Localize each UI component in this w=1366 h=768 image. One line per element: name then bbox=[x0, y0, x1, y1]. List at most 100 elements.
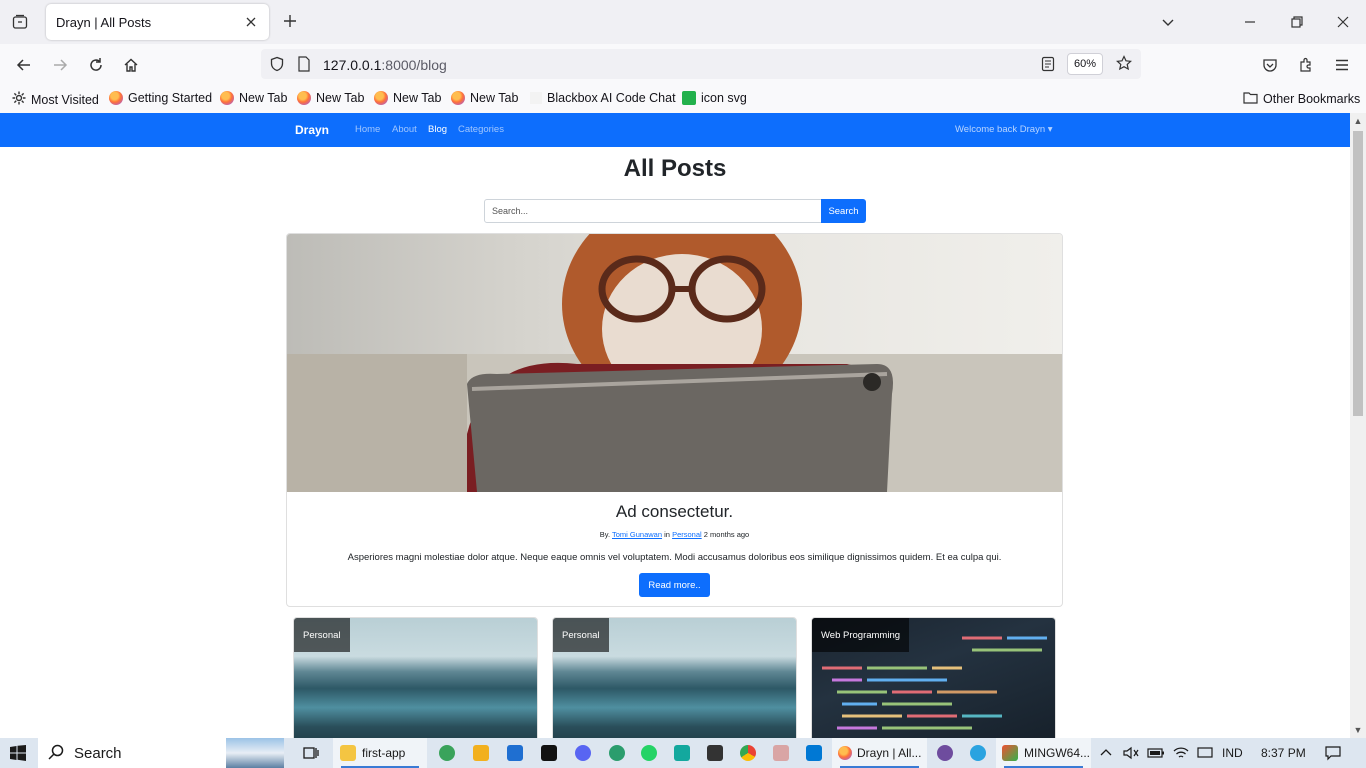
url-host: 127.0.0.1 bbox=[323, 57, 382, 73]
by-label: By. bbox=[599, 530, 611, 539]
page-scrollbar[interactable]: ▲ ▼ bbox=[1350, 113, 1366, 738]
tab-list-icon[interactable] bbox=[8, 10, 32, 34]
discord-icon[interactable] bbox=[575, 738, 591, 768]
zoom-level-badge[interactable]: 60% bbox=[1067, 53, 1103, 75]
notification-icon[interactable] bbox=[1325, 738, 1341, 768]
bookmark-label: New Tab bbox=[239, 91, 288, 105]
nav-about[interactable]: About bbox=[392, 124, 417, 135]
category-badge[interactable]: Personal bbox=[294, 618, 350, 652]
bookmark-getting-started[interactable]: Getting Started bbox=[109, 91, 212, 105]
close-tab-icon[interactable] bbox=[243, 14, 259, 30]
url-path: :8000/blog bbox=[381, 57, 447, 73]
url-text: 127.0.0.1:8000/blog bbox=[323, 57, 447, 73]
post-time: 2 months ago bbox=[703, 530, 750, 539]
clock[interactable]: 8:37 PM bbox=[1261, 738, 1306, 768]
language-indicator[interactable]: IND bbox=[1222, 738, 1243, 768]
minimize-icon[interactable] bbox=[1238, 10, 1262, 34]
taskbar-search[interactable]: Search bbox=[38, 738, 284, 768]
edge-beta-icon[interactable] bbox=[609, 738, 625, 768]
scroll-up-icon[interactable]: ▲ bbox=[1350, 113, 1366, 129]
bookmark-label: New Tab bbox=[393, 91, 442, 105]
taskbar-mingw[interactable]: MINGW64... bbox=[996, 738, 1091, 768]
reload-icon[interactable] bbox=[84, 53, 108, 77]
netflix-icon[interactable] bbox=[541, 738, 557, 768]
bookmark-new-tab[interactable]: New Tab bbox=[220, 91, 287, 105]
search-icon bbox=[48, 744, 64, 763]
extensions-icon[interactable] bbox=[1294, 53, 1318, 77]
pocket-icon[interactable] bbox=[1258, 53, 1282, 77]
taskbar-first-app[interactable]: first-app bbox=[333, 738, 427, 768]
bookmark-label: icon svg bbox=[701, 91, 747, 105]
category-link[interactable]: Personal bbox=[672, 530, 702, 539]
bookmark-new-tab[interactable]: New Tab bbox=[374, 91, 441, 105]
app-icon-circle[interactable] bbox=[937, 738, 953, 768]
category-badge[interactable]: Web Programming bbox=[812, 618, 910, 652]
nav-blog[interactable]: Blog bbox=[428, 124, 447, 135]
url-bar[interactable]: 127.0.0.1:8000/blog 60% bbox=[261, 49, 1141, 79]
wifi-icon[interactable] bbox=[1173, 738, 1189, 768]
featured-post-excerpt: Asperiores magni molestiae dolor atque. … bbox=[347, 552, 1002, 563]
app-icon-dark[interactable] bbox=[707, 738, 723, 768]
nav-categories[interactable]: Categories bbox=[458, 124, 504, 135]
windows-taskbar: Search first-app Drayn | All... MINGW64.… bbox=[0, 738, 1366, 768]
other-bookmarks[interactable]: Other Bookmarks bbox=[1243, 91, 1360, 107]
scroll-down-icon[interactable]: ▼ bbox=[1350, 722, 1366, 738]
bookmark-icon-svg[interactable]: icon svg bbox=[682, 91, 747, 105]
whatsapp-icon[interactable] bbox=[641, 738, 657, 768]
chevron-down-icon[interactable] bbox=[1156, 10, 1180, 34]
store-icon[interactable] bbox=[473, 738, 489, 768]
user-menu[interactable]: Welcome back Drayn ▾ bbox=[955, 124, 1053, 135]
firefox-icon bbox=[220, 91, 234, 105]
taskbar-app-label: Drayn | All... bbox=[857, 746, 922, 760]
browser-tab[interactable]: Drayn | All Posts bbox=[46, 4, 269, 40]
post-card[interactable]: Web Programming bbox=[811, 617, 1056, 738]
app-icon-teal[interactable] bbox=[674, 738, 690, 768]
forward-icon[interactable] bbox=[48, 53, 72, 77]
chevron-up-icon[interactable] bbox=[1100, 738, 1112, 768]
windows-start-icon[interactable] bbox=[10, 738, 26, 768]
author-link[interactable]: Tomi Gunawan bbox=[612, 530, 662, 539]
close-window-icon[interactable] bbox=[1331, 10, 1355, 34]
chrome-icon[interactable] bbox=[740, 738, 756, 768]
bookmark-blackbox[interactable]: Blackbox AI Code Chat bbox=[530, 91, 676, 105]
volume-icon[interactable] bbox=[1123, 738, 1139, 768]
new-tab-icon[interactable] bbox=[280, 11, 300, 31]
bookmark-label: New Tab bbox=[316, 91, 365, 105]
battery-icon[interactable] bbox=[1147, 738, 1165, 768]
icon-svg-icon bbox=[682, 91, 696, 105]
vscode-icon[interactable] bbox=[806, 738, 822, 768]
scroll-thumb[interactable] bbox=[1353, 131, 1363, 416]
home-icon[interactable] bbox=[119, 53, 143, 77]
taskbar-app-label: MINGW64... bbox=[1024, 746, 1091, 760]
back-icon[interactable] bbox=[12, 53, 36, 77]
post-card[interactable]: Personal bbox=[293, 617, 538, 738]
edge-dev-icon[interactable] bbox=[439, 738, 455, 768]
search-input[interactable] bbox=[484, 199, 822, 223]
task-view-icon[interactable] bbox=[303, 738, 319, 768]
site-brand[interactable]: Drayn bbox=[295, 123, 329, 137]
bookmark-new-tab[interactable]: New Tab bbox=[297, 91, 364, 105]
featured-post-image[interactable] bbox=[287, 234, 1062, 492]
search-highlight-image bbox=[226, 738, 284, 768]
menu-icon[interactable] bbox=[1330, 53, 1354, 77]
taskbar-search-label: Search bbox=[74, 744, 122, 762]
search-button[interactable]: Search bbox=[821, 199, 866, 223]
taskbar-firefox[interactable]: Drayn | All... bbox=[832, 738, 927, 768]
reader-view-icon[interactable] bbox=[1041, 56, 1055, 77]
category-badge[interactable]: Personal bbox=[553, 618, 609, 652]
display-icon[interactable] bbox=[1197, 738, 1213, 768]
app-icon-photo[interactable] bbox=[773, 738, 789, 768]
star-icon[interactable] bbox=[1116, 55, 1132, 76]
nav-home[interactable]: Home bbox=[355, 124, 380, 135]
featured-post-title[interactable]: Ad consectetur. bbox=[287, 502, 1062, 522]
page-icon bbox=[297, 56, 311, 77]
read-more-button[interactable]: Read more.. bbox=[639, 573, 710, 597]
telegram-icon[interactable] bbox=[970, 738, 986, 768]
post-card[interactable]: Personal bbox=[552, 617, 797, 738]
restore-icon[interactable] bbox=[1285, 10, 1309, 34]
shield-icon[interactable] bbox=[269, 56, 285, 77]
tab-title: Drayn | All Posts bbox=[56, 14, 152, 30]
bookmark-most-visited[interactable]: Most Visited bbox=[12, 91, 99, 108]
bookmark-new-tab[interactable]: New Tab bbox=[451, 91, 518, 105]
mail-icon[interactable] bbox=[507, 738, 523, 768]
